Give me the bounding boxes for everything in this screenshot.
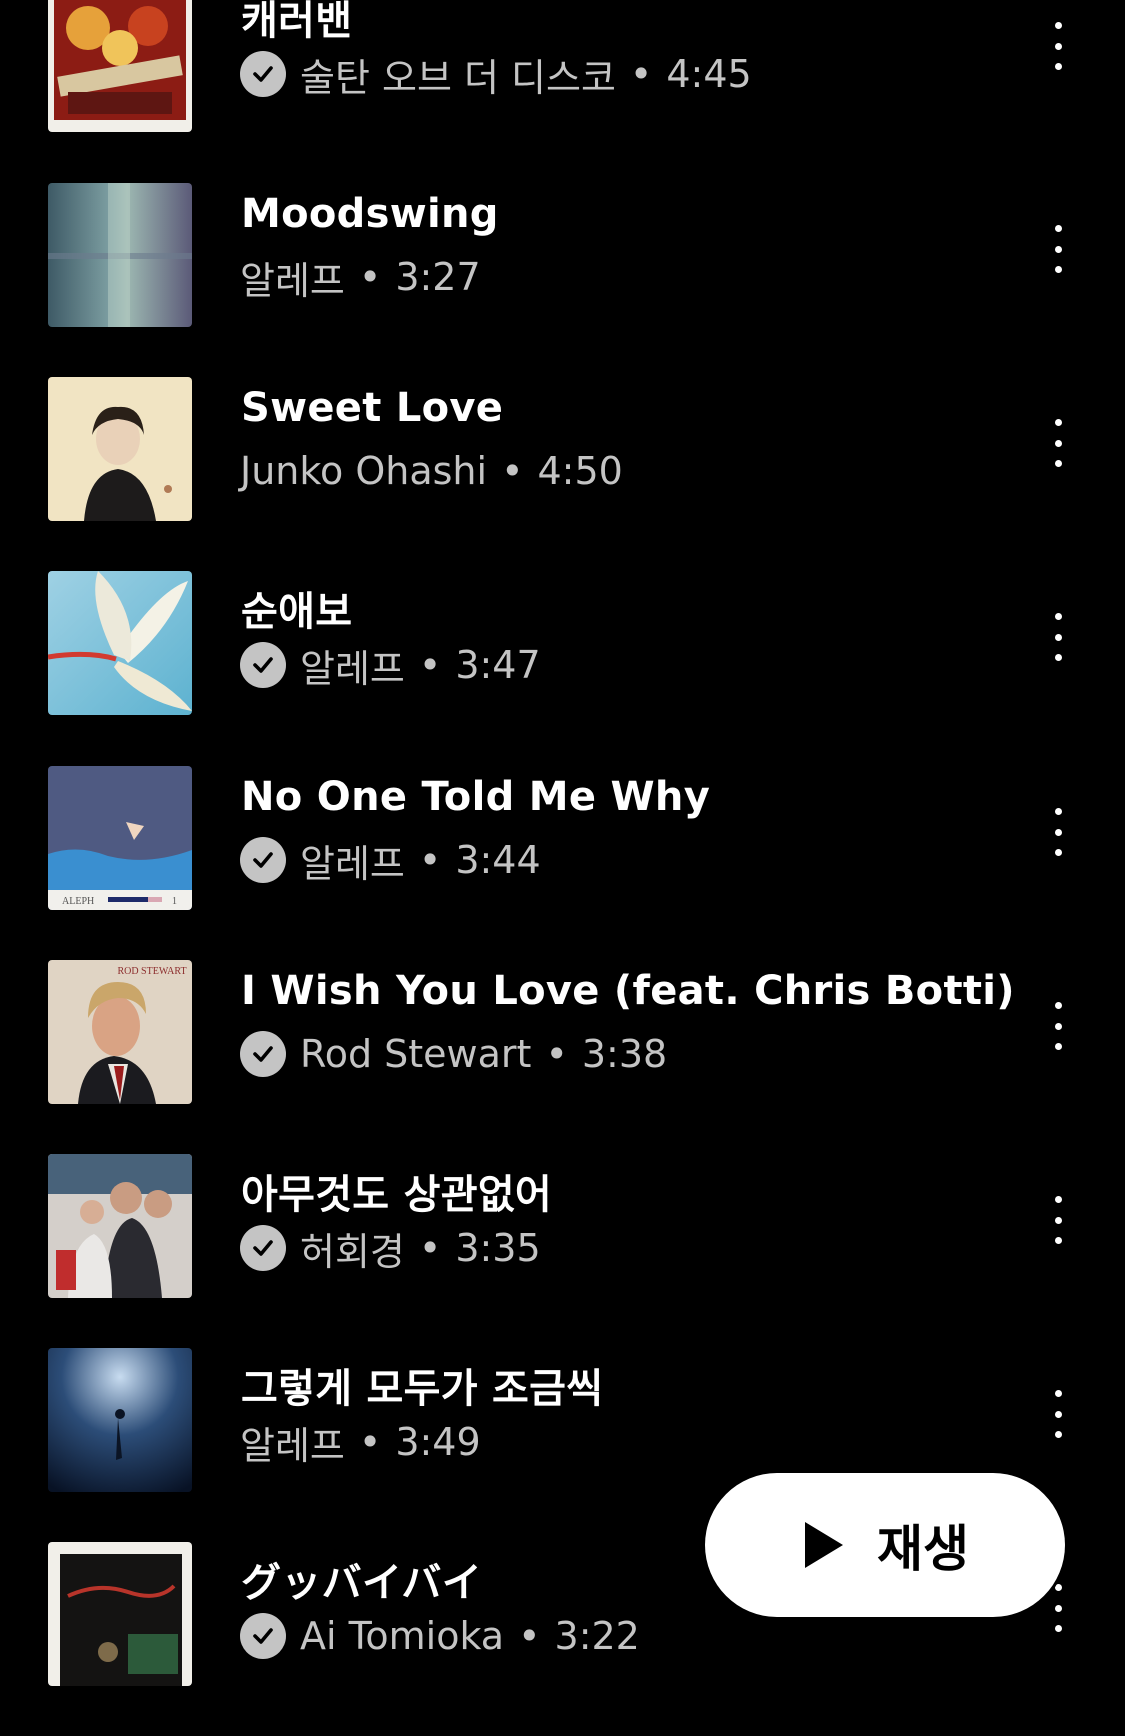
track-title: Sweet Love [241,385,504,431]
track-title: No One Told Me Why [241,774,711,820]
separator-dot: • [501,449,524,493]
separator-dot: • [358,1420,382,1464]
track-meta: 알레프 • 3:47 [240,642,541,691]
play-button[interactable]: 재생 [705,1473,1065,1617]
track-meta: 허회경 • 3:35 [240,1225,541,1274]
track-artist: 알레프 [300,841,405,886]
separator-dot: • [418,1226,442,1270]
separator-dot: • [518,1614,541,1658]
track-title: 그렇게 모두가 조금씩 [241,1366,604,1412]
separator-dot: • [418,838,442,882]
play-label: 재생 [877,1520,969,1578]
track-duration: 3:27 [395,255,481,299]
album-art [48,1542,192,1686]
separator-dot: • [629,52,653,96]
album-art [48,0,192,132]
track-title: グッバイバイ [241,1560,482,1606]
album-art: ROD STEWART [48,960,192,1104]
track-row[interactable]: 아무것도 상관없어 허회경 • 3:35 [0,1154,1125,1348]
track-artist: 알레프 [300,646,405,691]
check-circle-icon [240,837,286,883]
track-artist: 술탄 오브 더 디스코 [300,55,616,100]
album-art [48,571,192,715]
track-title: 캐러밴 [241,0,353,44]
track-row[interactable]: 캐러밴 술탄 오브 더 디스코 • 4:45 [0,0,1125,194]
track-duration: 3:49 [395,1420,481,1464]
track-row[interactable]: 순애보 알레프 • 3:47 [0,571,1125,765]
track-artist: Rod Stewart [300,1032,532,1076]
more-vertical-icon[interactable] [1045,607,1071,667]
art-rod-label: ROD STEWART [117,966,186,977]
track-meta: 알레프 • 3:49 [240,1419,481,1468]
track-row[interactable]: Sweet Love Junko Ohashi • 4:50 [0,377,1125,571]
track-meta: Ai Tomioka • 3:22 [240,1613,640,1659]
track-row[interactable]: ALEPH 1 No One Told Me Why 알레프 • 3:44 [0,766,1125,960]
track-duration: 3:47 [455,643,541,687]
track-artist: 허회경 [300,1229,405,1274]
track-row[interactable]: ROD STEWART I Wish You Love (feat. Chris… [0,960,1125,1154]
track-meta: 알레프 • 3:27 [240,254,481,303]
check-circle-icon [240,51,286,97]
track-title: Moodswing [241,191,499,237]
track-artist: 알레프 [240,1423,345,1468]
track-title: 아무것도 상관없어 [241,1172,553,1218]
album-art [48,1154,192,1298]
separator-dot: • [358,255,382,299]
track-duration: 4:50 [537,449,623,493]
track-meta: Junko Ohashi • 4:50 [240,448,623,494]
play-icon [805,1522,843,1568]
track-meta: 알레프 • 3:44 [240,837,541,886]
track-duration: 3:22 [554,1614,640,1658]
more-vertical-icon[interactable] [1045,413,1071,473]
art-aleph-label: ALEPH [62,896,94,907]
separator-dot: • [418,643,442,687]
more-vertical-icon[interactable] [1045,1384,1071,1444]
track-artist: Junko Ohashi [240,449,488,493]
more-vertical-icon[interactable] [1045,1190,1071,1250]
track-duration: 3:38 [581,1032,668,1076]
track-artist: 알레프 [240,258,345,303]
track-meta: Rod Stewart • 3:38 [240,1031,667,1077]
album-art [48,377,192,521]
track-artist: Ai Tomioka [300,1614,505,1658]
separator-dot: • [545,1032,568,1076]
more-vertical-icon[interactable] [1045,996,1071,1056]
album-art [48,183,192,327]
track-title: I Wish You Love (feat. Chris Botti) [241,968,1015,1014]
check-circle-icon [240,1225,286,1271]
check-circle-icon [240,642,286,688]
check-circle-icon [240,1031,286,1077]
track-title: 순애보 [241,589,353,635]
art-aleph-number: 1 [172,896,177,907]
track-row[interactable]: Moodswing 알레프 • 3:27 [0,183,1125,377]
track-duration: 4:45 [666,52,752,96]
more-vertical-icon[interactable] [1045,802,1071,862]
track-meta: 술탄 오브 더 디스코 • 4:45 [240,51,752,100]
more-vertical-icon[interactable] [1045,16,1071,76]
album-art: ALEPH 1 [48,766,192,910]
more-vertical-icon[interactable] [1045,219,1071,279]
track-duration: 3:35 [455,1226,541,1270]
track-duration: 3:44 [455,838,541,882]
album-art [48,1348,192,1492]
check-circle-icon [240,1613,286,1659]
